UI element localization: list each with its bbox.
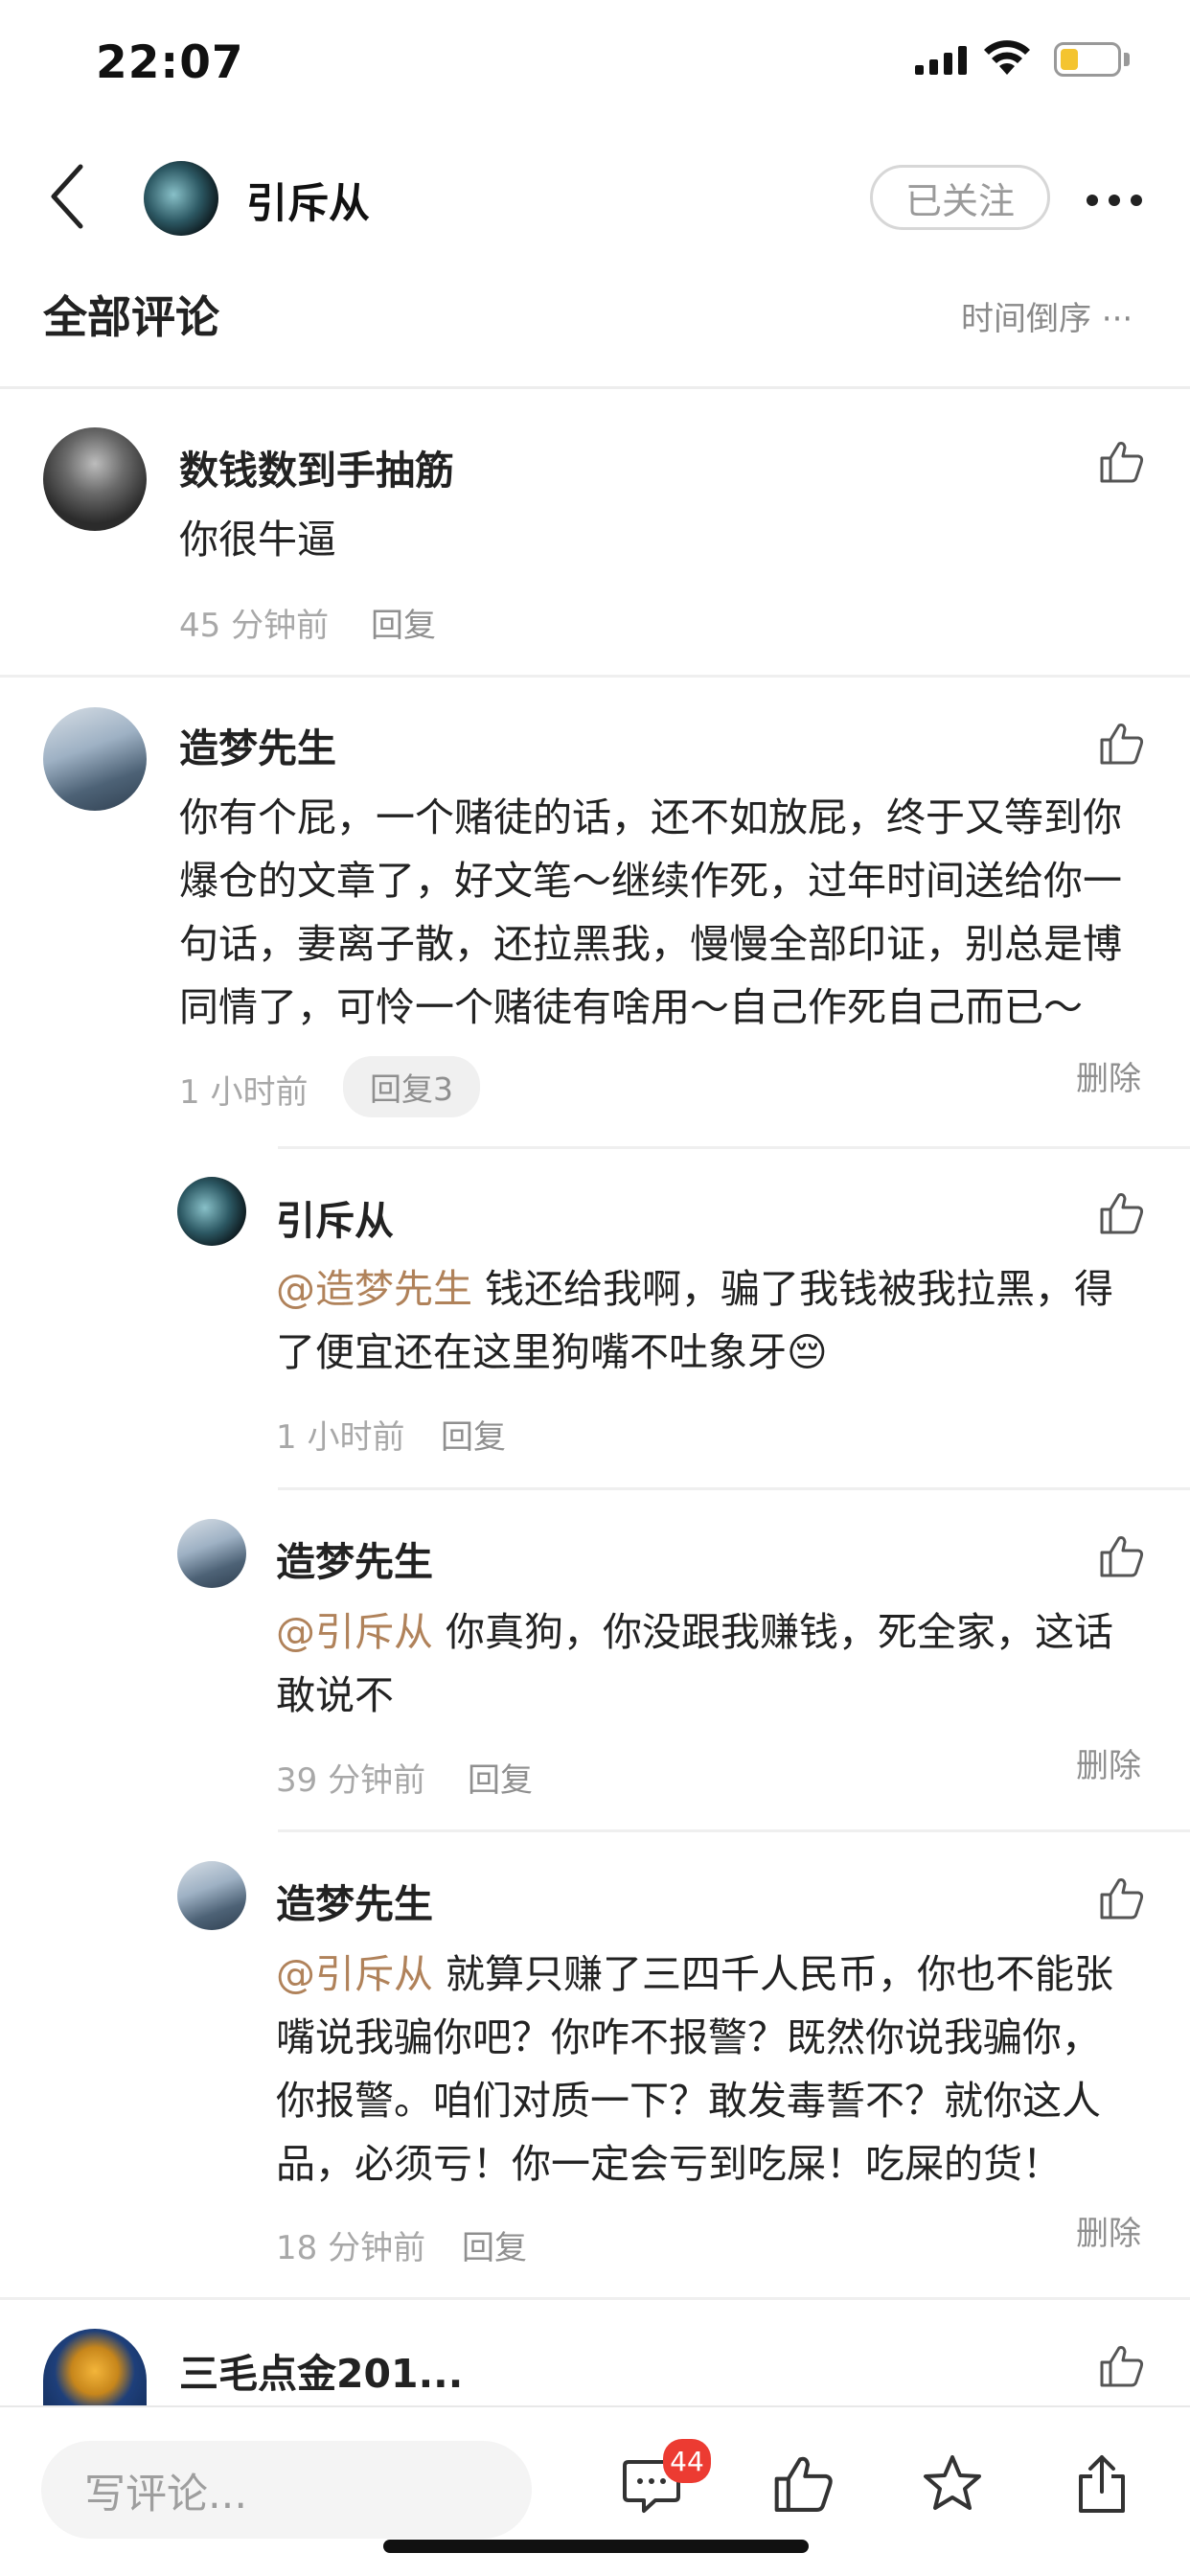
battery-icon <box>1054 42 1121 77</box>
follow-button[interactable]: 已关注 <box>870 165 1050 230</box>
comment-time: 1 小时前 <box>179 1073 309 1112</box>
reply-time: 18 分钟前 <box>276 2229 426 2267</box>
reply-button[interactable]: 回复 <box>462 2221 527 2268</box>
divider <box>278 1487 1190 1490</box>
divider <box>0 2297 1190 2300</box>
reply-author[interactable]: 造梦先生 <box>276 1872 433 1929</box>
divider <box>0 386 1190 389</box>
comment-text-line: 同情了，可怜一个赌徒有啥用～自己作死自己而已～ <box>179 984 1083 1030</box>
comment-text-line: 爆仓的文章了，好文笔～继续作死，过年时间送给你一 <box>179 858 1122 904</box>
comment-author[interactable]: 造梦先生 <box>179 716 336 773</box>
star-icon[interactable] <box>922 2453 983 2513</box>
reply-time: 1 小时前 <box>276 1418 405 1457</box>
home-indicator[interactable] <box>383 2540 809 2553</box>
mention-link[interactable]: @引斥从 <box>276 1609 433 1655</box>
reply-count-button[interactable]: 回复3 <box>343 1056 480 1117</box>
comment-author[interactable]: 数钱数到手抽筋 <box>179 438 454 495</box>
comment-author[interactable]: 三毛点金201... <box>179 2341 463 2399</box>
back-icon[interactable] <box>48 163 86 230</box>
delete-button[interactable]: 删除 <box>1076 1052 1141 1099</box>
delete-button[interactable]: 删除 <box>1076 2207 1141 2254</box>
avatar[interactable] <box>177 1519 246 1588</box>
avatar[interactable] <box>177 1861 246 1930</box>
wifi-icon <box>984 40 1030 75</box>
divider <box>278 1829 1190 1832</box>
more-icon[interactable] <box>1086 194 1143 207</box>
reply-author[interactable]: 引斥从 <box>276 1188 394 1246</box>
reply-text-line: 敢说不 <box>276 1672 394 1718</box>
divider <box>0 675 1190 678</box>
avatar[interactable] <box>43 2329 147 2405</box>
like-icon[interactable] <box>1100 1192 1144 1234</box>
reply-text-line: @造梦先生 钱还给我啊，骗了我钱被我拉黑，得 <box>276 1257 1113 1321</box>
comment-text-line: 你有个屁，一个赌徒的话，还不如放屁，终于又等到你 <box>179 794 1122 840</box>
like-icon[interactable] <box>1100 723 1144 765</box>
reply-text-line: @引斥从 就算只赚了三四千人民币，你也不能张 <box>276 1943 1113 2006</box>
reply-time: 39 分钟前 <box>276 1761 426 1800</box>
comment-input-placeholder: 写评论... <box>84 2471 248 2518</box>
like-icon[interactable] <box>1100 1535 1144 1577</box>
comment-count-badge: 44 <box>663 2439 711 2483</box>
share-icon[interactable] <box>1075 2451 1129 2515</box>
reply-button[interactable]: 回复 <box>371 599 436 646</box>
reply-button[interactable]: 回复 <box>468 1754 533 1801</box>
like-icon[interactable] <box>1100 1877 1144 1920</box>
reply-text: 就算只赚了三四千人民币，你也不能张 <box>433 1951 1114 1997</box>
like-icon[interactable] <box>774 2455 834 2513</box>
reply-text: 钱还给我啊，骗了我钱被我拉黑，得 <box>472 1266 1114 1312</box>
mention-link[interactable]: @造梦先生 <box>276 1266 472 1312</box>
reply-text-line: 品，必须亏！你一定会亏到吃屎！吃屎的货！ <box>276 2141 1062 2187</box>
reply-text-line: @引斥从 你真狗，你没跟我赚钱，死全家，这话 <box>276 1600 1113 1664</box>
reply-text-line: 了便宜还在这里狗嘴不吐象牙😔 <box>276 1329 828 1375</box>
like-icon[interactable] <box>1100 441 1144 483</box>
sort-toggle[interactable]: 时间倒序 ··· <box>961 292 1133 339</box>
reply-text: 你真狗，你没跟我赚钱，死全家，这话 <box>433 1609 1114 1655</box>
avatar[interactable] <box>43 707 147 811</box>
page-title: 引斥从 <box>246 180 370 228</box>
comment-time: 45 分钟前 <box>179 607 330 645</box>
divider <box>0 2405 1190 2407</box>
status-time: 22:07 <box>96 36 244 89</box>
signal-icon <box>915 46 967 75</box>
comment-text: 你很牛逼 <box>179 517 336 563</box>
battery-tip <box>1124 53 1130 66</box>
avatar[interactable] <box>177 1177 246 1246</box>
section-title: 全部评论 <box>43 291 219 343</box>
reply-text-line: 嘴说我骗你吧？你咋不报警？既然你说我骗你， <box>276 2014 1101 2060</box>
header-avatar[interactable] <box>144 161 218 236</box>
delete-button[interactable]: 删除 <box>1076 1739 1141 1786</box>
reply-button[interactable]: 回复 <box>441 1411 506 1458</box>
reply-text-line: 你报警。咱们对质一下？敢发毒誓不？就你这人 <box>276 2078 1101 2124</box>
like-icon[interactable] <box>1100 2345 1144 2387</box>
avatar[interactable] <box>43 427 147 531</box>
comment-text-line: 句话，妻离子散，还拉黑我，慢慢全部印证，别总是博 <box>179 921 1122 967</box>
reply-author[interactable]: 造梦先生 <box>276 1530 433 1587</box>
divider <box>278 1146 1190 1149</box>
mention-link[interactable]: @引斥从 <box>276 1951 433 1997</box>
